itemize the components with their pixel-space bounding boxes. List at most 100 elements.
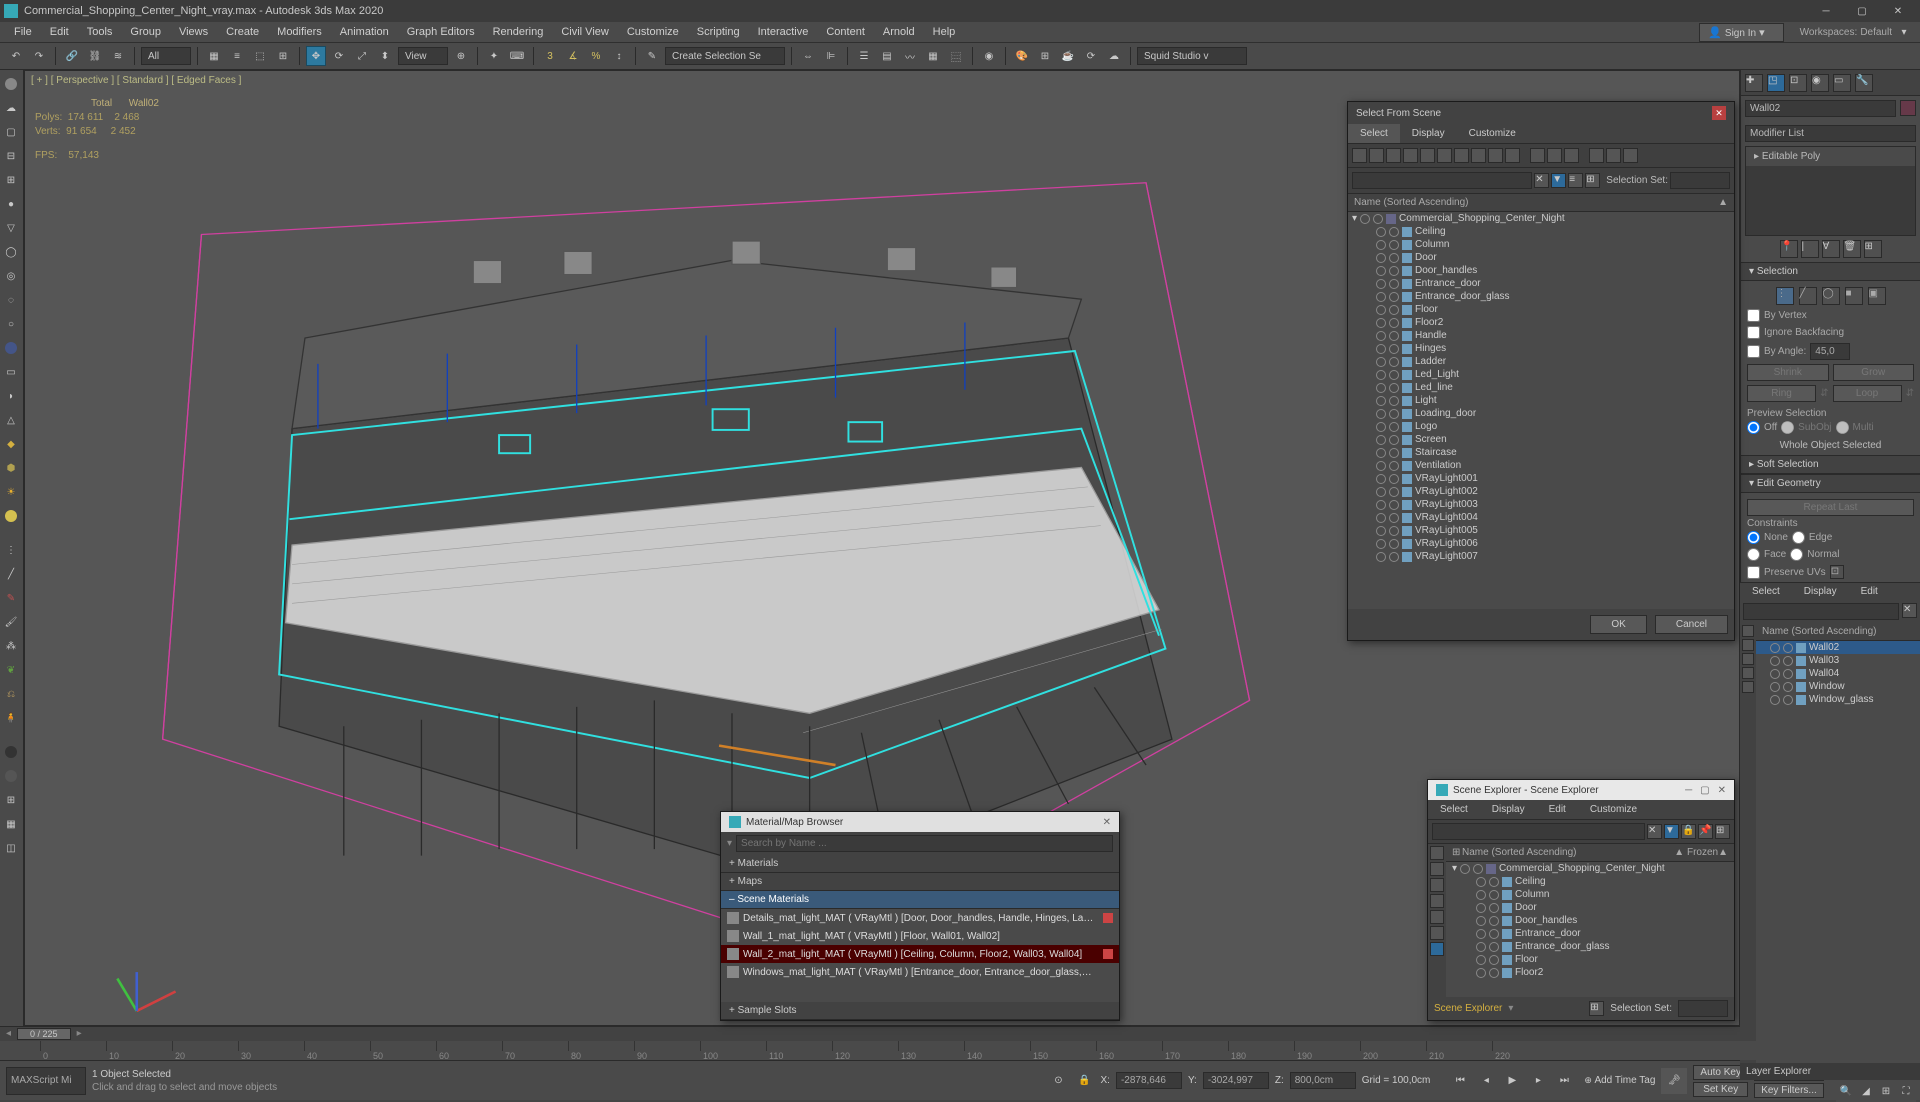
select-scene-tab-display[interactable]: Display bbox=[1400, 124, 1457, 143]
view-mode-icon[interactable]: ▼ bbox=[1551, 173, 1566, 188]
se-side-active-icon[interactable] bbox=[1430, 942, 1444, 956]
subobj-polygon-icon[interactable]: ■ bbox=[1845, 287, 1863, 305]
filter-cameras-icon[interactable] bbox=[1420, 148, 1435, 163]
sep-side-3-icon[interactable] bbox=[1742, 653, 1754, 665]
material-ball-icon[interactable] bbox=[1, 766, 21, 786]
subobj-element-icon[interactable]: ▣ bbox=[1868, 287, 1886, 305]
mat-section-scene[interactable]: – Scene Materials bbox=[721, 891, 1119, 909]
zoom-region-icon[interactable]: ⊞ bbox=[1876, 1082, 1896, 1102]
tree-item[interactable]: Window_glass bbox=[1756, 693, 1920, 706]
se-pin-icon[interactable]: 📌 bbox=[1698, 824, 1713, 839]
goto-end-icon[interactable]: ⏭ bbox=[1554, 1071, 1574, 1091]
capsule-icon[interactable]: ◗ bbox=[1, 386, 21, 406]
mat-item-selected[interactable]: Wall_2_mat_light_MAT ( VRayMtl ) [Ceilin… bbox=[721, 945, 1119, 963]
tree-item[interactable]: Floor2 bbox=[1446, 966, 1734, 979]
tree-item[interactable]: Loading_door bbox=[1348, 407, 1734, 420]
subobj-border-icon[interactable]: ◯ bbox=[1822, 287, 1840, 305]
select-scene-tab-select[interactable]: Select bbox=[1348, 124, 1400, 143]
sun-icon[interactable]: ☀ bbox=[1, 482, 21, 502]
teapot-dark-icon[interactable]: ● bbox=[1, 194, 21, 214]
pivot-icon[interactable]: ⊕ bbox=[451, 46, 471, 66]
tree-item[interactable]: Screen bbox=[1348, 433, 1734, 446]
material-editor-icon[interactable]: ◉ bbox=[979, 46, 999, 66]
move-icon[interactable]: ✥ bbox=[306, 46, 326, 66]
snap-edge-icon[interactable]: ╱ bbox=[1, 564, 21, 584]
cp-tab-motion-icon[interactable]: ◉ bbox=[1811, 74, 1829, 92]
stack-config-icon[interactable]: ⊞ bbox=[1864, 240, 1882, 258]
edit-geometry-rollout-header[interactable]: ▾ Edit Geometry bbox=[1741, 474, 1920, 493]
tree-item[interactable]: Floor2 bbox=[1348, 316, 1734, 329]
dope-sheet-icon[interactable]: ▦ bbox=[923, 46, 943, 66]
foliage-icon[interactable]: ❦ bbox=[1, 660, 21, 680]
filter-spacewarps-icon[interactable] bbox=[1454, 148, 1469, 163]
preserve-uvs-settings-icon[interactable]: ⊡ bbox=[1830, 565, 1844, 579]
goto-start-icon[interactable]: ⏮ bbox=[1450, 1071, 1470, 1091]
cp-tab-create-icon[interactable]: ✚ bbox=[1745, 74, 1763, 92]
scene-explorer-title[interactable]: Scene Explorer - Scene Explorer bbox=[1453, 785, 1599, 796]
maxscript-listener[interactable]: MAXScript Mi bbox=[6, 1067, 86, 1095]
filter-funnel-icon[interactable] bbox=[1589, 148, 1604, 163]
material-browser-title[interactable]: Material/Map Browser bbox=[746, 817, 843, 828]
minimize-button[interactable]: ─ bbox=[1808, 0, 1844, 22]
sep-filter-input[interactable] bbox=[1743, 603, 1899, 620]
percent-snap-icon[interactable]: % bbox=[586, 46, 606, 66]
tree-item[interactable]: Logo bbox=[1348, 420, 1734, 433]
reference-coord-dropdown[interactable]: View bbox=[398, 47, 448, 65]
stack-unique-icon[interactable]: ∀ bbox=[1822, 240, 1840, 258]
coord-y-input[interactable]: -3024,997 bbox=[1203, 1072, 1269, 1089]
sep-tab-display[interactable]: Display bbox=[1792, 583, 1849, 600]
project-dropdown[interactable]: Squid Studio v bbox=[1137, 47, 1247, 65]
window-crossing-icon[interactable]: ⊞ bbox=[273, 46, 293, 66]
se-tree-root[interactable]: ▾Commercial_Shopping_Center_Night bbox=[1446, 862, 1734, 875]
plane-icon[interactable]: ▭ bbox=[1, 362, 21, 382]
toggle-ribbon-icon[interactable]: ▤ bbox=[877, 46, 897, 66]
paint-icon[interactable]: 🖌 bbox=[1, 612, 21, 632]
tree-item[interactable]: Ladder bbox=[1348, 355, 1734, 368]
tree-item[interactable]: Ceiling bbox=[1446, 875, 1734, 888]
sep-side-1-icon[interactable] bbox=[1742, 625, 1754, 637]
layer-explorer-label[interactable]: Layer Explorer bbox=[1740, 1063, 1920, 1080]
object-color-swatch[interactable] bbox=[1900, 100, 1916, 116]
menu-graph-editors[interactable]: Graph Editors bbox=[399, 24, 483, 40]
sphere-blue-icon[interactable] bbox=[1, 338, 21, 358]
lock-selection-icon[interactable]: 🔒 bbox=[1074, 1071, 1094, 1091]
cp-tab-display-icon[interactable]: ▭ bbox=[1833, 74, 1851, 92]
tree-item[interactable]: Column bbox=[1348, 238, 1734, 251]
menu-edit[interactable]: Edit bbox=[42, 24, 77, 40]
selection-rollout-header[interactable]: ▾ Selection bbox=[1741, 262, 1920, 281]
tree-item[interactable]: Entrance_door_glass bbox=[1348, 290, 1734, 303]
rotate-icon[interactable]: ⟳ bbox=[329, 46, 349, 66]
grow-button[interactable]: Grow bbox=[1833, 364, 1915, 381]
cp-tab-utilities-icon[interactable]: 🔧 bbox=[1855, 74, 1873, 92]
tree-item[interactable]: Floor bbox=[1348, 303, 1734, 316]
tree-item[interactable]: VRayLight007 bbox=[1348, 550, 1734, 563]
fov-icon[interactable]: ◢ bbox=[1856, 1082, 1876, 1102]
dark-sphere-icon[interactable] bbox=[1, 742, 21, 762]
tree-item[interactable]: Led_line bbox=[1348, 381, 1734, 394]
tree-item[interactable]: Column bbox=[1446, 888, 1734, 901]
preserve-uvs-checkbox[interactable] bbox=[1747, 566, 1760, 579]
modifier-stack-item[interactable]: ▸ Editable Poly bbox=[1746, 147, 1915, 166]
selection-set-input[interactable] bbox=[1670, 172, 1730, 189]
menu-content[interactable]: Content bbox=[818, 24, 873, 40]
filter-pin-icon[interactable] bbox=[1623, 148, 1638, 163]
menu-file[interactable]: File bbox=[6, 24, 40, 40]
filter-lock-icon[interactable] bbox=[1606, 148, 1621, 163]
play-icon[interactable]: ▶ bbox=[1502, 1071, 1522, 1091]
hedra-icon[interactable]: ◆ bbox=[1, 434, 21, 454]
bind-icon[interactable]: ≋ bbox=[108, 46, 128, 66]
mat-item[interactable]: Wall_1_mat_light_MAT ( VRayMtl ) [Floor,… bbox=[721, 927, 1119, 945]
select-name-icon[interactable]: ≡ bbox=[227, 46, 247, 66]
tree-item[interactable]: Ceiling bbox=[1348, 225, 1734, 238]
object-name-input[interactable] bbox=[1745, 100, 1896, 117]
cp-tab-hierarchy-icon[interactable]: ⊡ bbox=[1789, 74, 1807, 92]
ignore-backfacing-checkbox[interactable] bbox=[1747, 326, 1760, 339]
menu-arnold[interactable]: Arnold bbox=[875, 24, 923, 40]
spray-icon[interactable]: ⁂ bbox=[1, 636, 21, 656]
tree-item[interactable]: Entrance_door_glass bbox=[1446, 940, 1734, 953]
next-frame-icon[interactable]: ▸ bbox=[1528, 1071, 1548, 1091]
align-icon[interactable]: ⊫ bbox=[821, 46, 841, 66]
select-scene-close-icon[interactable]: ✕ bbox=[1712, 106, 1726, 120]
by-angle-input[interactable] bbox=[1810, 343, 1850, 360]
tree-item[interactable]: VRayLight003 bbox=[1348, 498, 1734, 511]
